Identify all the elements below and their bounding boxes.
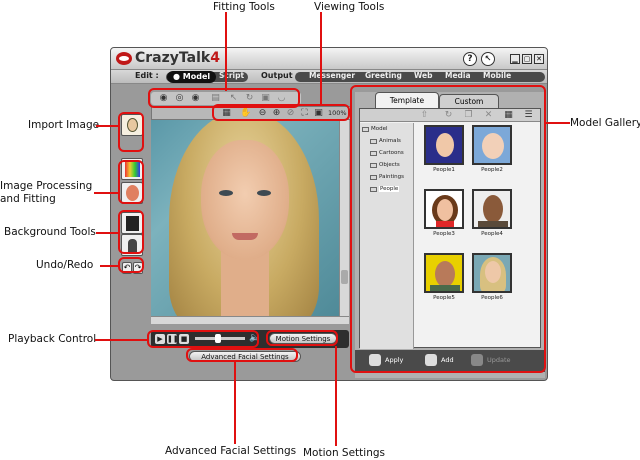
playback-control-highlight [147,330,259,348]
photo-left-eye [219,190,233,196]
advanced-facial-pointer [234,362,236,444]
model-gallery-pointer [545,122,570,124]
tab-greeting[interactable]: Greeting [365,71,402,80]
import-image-callout: Import Image [28,119,100,131]
output-label: Output : [261,71,299,80]
playback-control-pointer [95,339,147,341]
crazytalk-logo-icon [116,52,132,65]
viewing-tools-callout: Viewing Tools [314,1,385,13]
close-button[interactable]: ✕ [534,54,544,64]
vertical-scrollbar[interactable] [339,120,349,316]
model-gallery-callout: Model Gallery [570,117,640,129]
app-title: CrazyTalk4 [135,50,220,66]
playback-control-callout: Playback Control [8,333,97,345]
tab-messenger[interactable]: Messenger [309,71,355,80]
help-button[interactable]: ? [463,52,477,66]
tab-script[interactable]: Script [219,71,244,80]
background-tools-pointer [96,232,118,234]
mode-menu-bar: Edit : ● Model Script Output : Messenger… [111,70,547,84]
tab-model[interactable]: ● Model [167,71,217,83]
vertical-scroll-thumb[interactable] [341,270,348,284]
undo-redo-callout: Undo/Redo [36,259,94,271]
image-processing-pointer [94,192,118,194]
image-processing-highlight [118,160,144,204]
undo-redo-pointer [100,265,118,267]
import-image-highlight [118,112,144,152]
import-image-pointer [96,125,118,127]
advanced-facial-settings-callout: Advanced Facial Settings [165,445,297,457]
viewing-tools-highlight [212,104,350,121]
horizontal-scrollbar[interactable] [151,316,349,324]
advanced-facial-highlight [186,348,298,362]
image-processing-callout-line1: Image Processing [0,180,93,192]
photo-mouth [232,233,258,240]
tab-media[interactable]: Media [445,71,471,80]
undo-redo-highlight [118,257,144,273]
maximize-button[interactable]: ▢ [522,54,532,64]
fitting-tools-pointer [225,12,227,91]
minimize-button[interactable]: ▁ [510,54,520,64]
photo-canvas[interactable] [151,120,339,316]
photo-face [201,140,289,260]
title-bar: CrazyTalk4 ? ↖ ▁ ▢ ✕ [111,48,547,70]
edit-label: Edit : [135,71,159,80]
motion-settings-highlight [266,330,338,346]
image-processing-callout-line2: and Fitting [0,193,56,205]
viewing-tools-pointer [320,12,322,104]
background-tools-callout: Background Tools [4,226,96,238]
tab-mobile[interactable]: Mobile [483,71,511,80]
fitting-tools-callout: Fitting Tools [213,1,275,13]
motion-settings-pointer [335,346,337,446]
motion-settings-callout: Motion Settings [303,447,386,459]
background-tools-highlight [118,210,144,254]
photo-right-eye [257,190,271,196]
pointer-help-icon[interactable]: ↖ [481,52,495,66]
tab-web[interactable]: Web [414,71,432,80]
model-gallery-highlight [350,85,546,373]
